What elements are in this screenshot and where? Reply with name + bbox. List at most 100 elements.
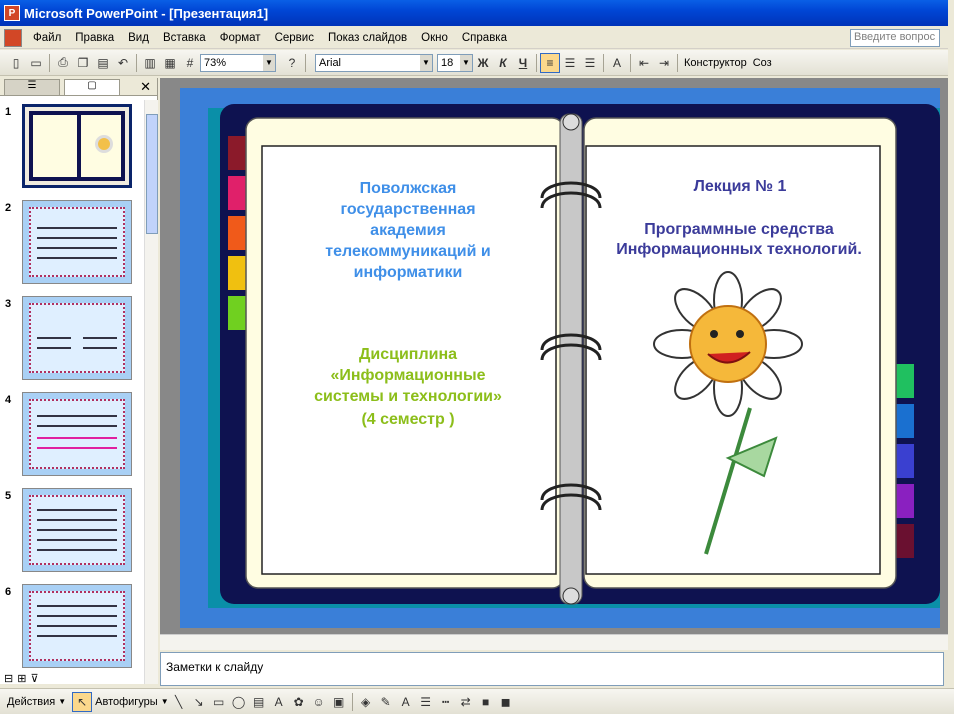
separator — [136, 53, 137, 72]
right-subtitle[interactable]: Программные средства Информационных техн… — [594, 220, 884, 260]
left-title[interactable]: Поволжская государственная академия теле… — [318, 178, 498, 283]
textbox-icon[interactable]: ▤ — [249, 692, 269, 712]
menu-tools[interactable]: Сервис — [268, 32, 321, 44]
slide-thumbnail[interactable] — [22, 488, 132, 572]
shadow-icon[interactable]: ■ — [476, 692, 496, 712]
chart-icon[interactable]: ▥ — [140, 53, 160, 73]
actions-menu[interactable]: Действия — [4, 696, 58, 708]
font-size-select[interactable]: 18 ▼ — [437, 53, 473, 72]
italic-button[interactable]: К — [493, 53, 513, 73]
sorter-view-icon[interactable]: ⊞ — [17, 672, 26, 686]
help-search-input[interactable]: Введите вопрос — [850, 29, 940, 47]
align-left-icon[interactable]: ≡ — [540, 52, 560, 73]
increase-font-icon[interactable]: A — [607, 53, 627, 73]
slide-thumbnail[interactable] — [22, 584, 132, 668]
zoom-select[interactable]: 73% ▼ — [200, 53, 276, 72]
wordart-icon[interactable]: A — [269, 692, 289, 712]
menu-help[interactable]: Справка — [455, 32, 514, 44]
separator — [49, 53, 50, 72]
normal-view-icon[interactable]: ⊟ — [4, 672, 13, 686]
slide-thumb-row[interactable]: 6 — [0, 584, 140, 670]
3d-icon[interactable]: ◼ — [496, 692, 516, 712]
slide-thumbnail[interactable] — [22, 296, 132, 380]
slideshow-view-icon[interactable]: ⊽ — [30, 672, 38, 686]
notes-field[interactable]: Заметки к слайду — [160, 652, 944, 686]
font-color-icon[interactable]: A — [396, 692, 416, 712]
slide-thumbnail[interactable] — [22, 392, 132, 476]
chevron-down-icon[interactable]: ▼ — [460, 54, 472, 71]
help-icon[interactable]: ? — [282, 53, 302, 73]
underline-button[interactable]: Ч — [513, 53, 533, 73]
diagram-icon[interactable]: ✿ — [289, 692, 309, 712]
dash-style-icon[interactable]: ┅ — [436, 692, 456, 712]
chevron-down-icon[interactable]: ▼ — [161, 697, 169, 706]
menu-slideshow[interactable]: Показ слайдов — [321, 32, 414, 44]
slide-thumb-row[interactable]: 3 — [0, 296, 140, 382]
menu-file[interactable]: Файл — [26, 32, 68, 44]
menu-format[interactable]: Формат — [213, 32, 268, 44]
separator — [305, 53, 306, 72]
print-icon[interactable]: ⎙ — [53, 53, 73, 73]
thumbnail-scrollbar[interactable] — [144, 100, 158, 684]
arrow-icon[interactable]: ↘ — [189, 692, 209, 712]
rectangle-icon[interactable]: ▭ — [209, 692, 229, 712]
slides-pane: ☰ ▢ ✕ 1 2 3 4 5 6 — [0, 78, 158, 684]
grid-icon[interactable]: # — [180, 53, 200, 73]
bold-button[interactable]: Ж — [473, 53, 493, 73]
open-icon[interactable]: ▭ — [26, 53, 46, 73]
slide-number: 4 — [5, 394, 12, 406]
tab-outline[interactable]: ☰ — [4, 79, 60, 95]
chevron-down-icon[interactable]: ▼ — [420, 54, 432, 71]
horizontal-scrollbar[interactable] — [160, 634, 948, 650]
new-slide-button[interactable]: Соз — [750, 57, 775, 69]
design-button[interactable]: Конструктор — [681, 57, 750, 69]
slide-thumbnail[interactable] — [21, 103, 133, 189]
close-icon[interactable]: ✕ — [140, 79, 151, 95]
arrow-style-icon[interactable]: ⇄ — [456, 692, 476, 712]
slide-thumb-row[interactable]: 4 — [0, 392, 140, 478]
document-icon[interactable] — [4, 28, 22, 47]
slide-number: 6 — [5, 586, 12, 598]
powerpoint-icon: P — [4, 5, 20, 21]
tab-slides[interactable]: ▢ — [64, 79, 120, 95]
right-title[interactable]: Лекция № 1 — [620, 178, 860, 196]
chevron-down-icon[interactable]: ▼ — [58, 697, 66, 706]
title-bar: P Microsoft PowerPoint - [Презентация1] — [0, 0, 948, 26]
drawing-toolbar: Действия ▼ ↖ Автофигуры ▼ ╲ ↘ ▭ ◯ ▤ A ✿ … — [0, 688, 954, 714]
slide-thumbnail[interactable] — [22, 200, 132, 284]
bullet-list-icon[interactable]: ☰ — [580, 53, 600, 73]
left-subtitle-semester[interactable]: (4 семестр ) — [298, 409, 518, 430]
autoshapes-menu[interactable]: Автофигуры — [92, 696, 161, 708]
menu-window[interactable]: Окно — [414, 32, 455, 44]
slide-thumb-row[interactable]: 2 — [0, 200, 140, 286]
increase-indent-icon[interactable]: ⇥ — [654, 53, 674, 73]
line-icon[interactable]: ╲ — [169, 692, 189, 712]
view-buttons: ⊟ ⊞ ⊽ — [0, 672, 158, 686]
menu-view[interactable]: Вид — [121, 32, 156, 44]
numbered-list-icon[interactable]: ☰ — [560, 53, 580, 73]
clipart-icon[interactable]: ☺ — [309, 692, 329, 712]
current-slide[interactable]: Поволжская государственная академия теле… — [180, 88, 940, 628]
copy-icon[interactable]: ❐ — [73, 53, 93, 73]
fill-color-icon[interactable]: ◈ — [356, 692, 376, 712]
line-style-icon[interactable]: ☰ — [416, 692, 436, 712]
chevron-down-icon[interactable]: ▼ — [263, 54, 275, 71]
menu-insert[interactable]: Вставка — [156, 32, 213, 44]
menu-edit[interactable]: Правка — [68, 32, 121, 44]
paste-icon[interactable]: ▤ — [93, 53, 113, 73]
oval-icon[interactable]: ◯ — [229, 692, 249, 712]
table-icon[interactable]: ▦ — [160, 53, 180, 73]
left-subtitle-discipline[interactable]: Дисциплина — [298, 344, 518, 365]
left-subtitle-name[interactable]: «Информационные системы и технологии» — [294, 365, 522, 407]
slide-thumb-row[interactable]: 5 — [0, 488, 140, 574]
slide-thumb-row[interactable]: 1 — [0, 103, 140, 190]
picture-icon[interactable]: ▣ — [329, 692, 349, 712]
font-select[interactable]: Arial ▼ — [315, 53, 433, 72]
decrease-indent-icon[interactable]: ⇤ — [634, 53, 654, 73]
new-icon[interactable]: ▯ — [6, 53, 26, 73]
separator — [677, 53, 678, 72]
line-color-icon[interactable]: ✎ — [376, 692, 396, 712]
select-pointer-icon[interactable]: ↖ — [72, 691, 93, 712]
scroll-thumb[interactable] — [146, 114, 158, 234]
undo-icon[interactable]: ↶ — [113, 53, 133, 73]
